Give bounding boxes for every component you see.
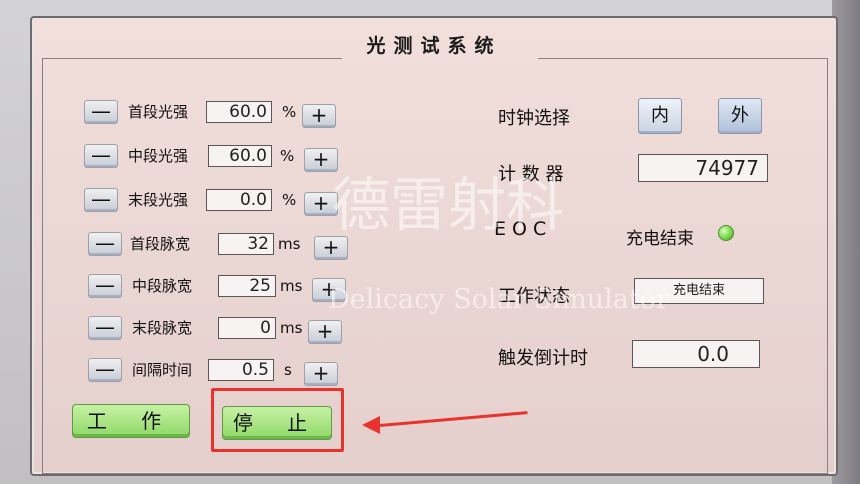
- mid-intensity-unit: %: [280, 147, 295, 165]
- clock-outer-button[interactable]: 外: [718, 98, 762, 134]
- end-intensity-plus-button[interactable]: +: [304, 192, 338, 216]
- interval-time-unit: s: [284, 361, 292, 379]
- stop-button-highlight: [211, 388, 344, 452]
- clock-select-label: 时钟选择: [498, 108, 570, 129]
- interval-time-minus-button[interactable]: —: [88, 358, 122, 382]
- frame-top-right: [538, 58, 828, 59]
- end-pulse-value-field[interactable]: 0: [218, 317, 276, 339]
- first-intensity-plus-button[interactable]: +: [302, 104, 336, 128]
- end-intensity-minus-button[interactable]: —: [84, 188, 118, 212]
- end-intensity-value-field[interactable]: 0.0: [206, 189, 272, 211]
- eoc-label: E O C: [494, 218, 547, 240]
- first-pulse-minus-button[interactable]: —: [88, 232, 122, 256]
- counter-label: 计 数 器: [498, 164, 564, 185]
- eoc-led-indicator: [718, 225, 734, 241]
- first-intensity-value-field[interactable]: 60.0: [206, 101, 272, 123]
- first-intensity-label: 首段光强: [128, 103, 189, 121]
- frame-top-left: [42, 58, 342, 59]
- end-intensity-unit: %: [282, 191, 297, 209]
- work-state-display: 充电结束: [634, 278, 764, 304]
- mid-pulse-value-field[interactable]: 25: [218, 275, 276, 297]
- end-pulse-minus-button[interactable]: —: [88, 316, 122, 340]
- counter-display: 74977: [638, 154, 768, 182]
- first-pulse-plus-button[interactable]: +: [314, 236, 348, 260]
- trigger-countdown-label: 触发倒计时: [498, 348, 588, 369]
- mid-intensity-label: 中段光强: [128, 147, 189, 165]
- first-pulse-unit: ms: [278, 235, 301, 253]
- end-intensity-label: 末段光强: [128, 191, 189, 209]
- interval-time-plus-button[interactable]: +: [304, 362, 338, 386]
- mid-pulse-minus-button[interactable]: —: [88, 274, 122, 298]
- mid-intensity-value-field[interactable]: 60.0: [208, 145, 272, 167]
- interval-time-value-field[interactable]: 0.5: [208, 359, 274, 381]
- first-intensity-unit: %: [282, 103, 297, 121]
- mid-intensity-plus-button[interactable]: +: [304, 148, 338, 172]
- mid-pulse-label: 中段脉宽: [132, 277, 193, 295]
- trigger-countdown-display: 0.0: [632, 340, 760, 368]
- interval-time-label: 间隔时间: [132, 361, 193, 379]
- end-pulse-unit: ms: [280, 319, 303, 337]
- mid-intensity-minus-button[interactable]: —: [84, 144, 118, 168]
- end-pulse-label: 末段脉宽: [132, 319, 193, 337]
- work-button[interactable]: 工 作: [72, 404, 190, 438]
- hmi-screen: 光测试系统 — 首段光强 60.0% + — 中段光强 60.0% + — 末段光强 0.0% + — 首…: [30, 16, 838, 476]
- end-pulse-plus-button[interactable]: +: [308, 320, 342, 344]
- first-intensity-minus-button[interactable]: —: [84, 100, 118, 124]
- mid-pulse-plus-button[interactable]: +: [312, 278, 346, 302]
- eoc-status-text: 充电结束: [626, 229, 694, 249]
- work-state-label: 工作状态: [498, 286, 570, 307]
- annotation-arrow-head: [362, 416, 380, 434]
- clock-inner-button[interactable]: 内: [638, 98, 682, 134]
- mid-pulse-unit: ms: [280, 277, 303, 295]
- first-pulse-label: 首段脉宽: [130, 235, 191, 253]
- first-pulse-value-field[interactable]: 32: [218, 233, 274, 255]
